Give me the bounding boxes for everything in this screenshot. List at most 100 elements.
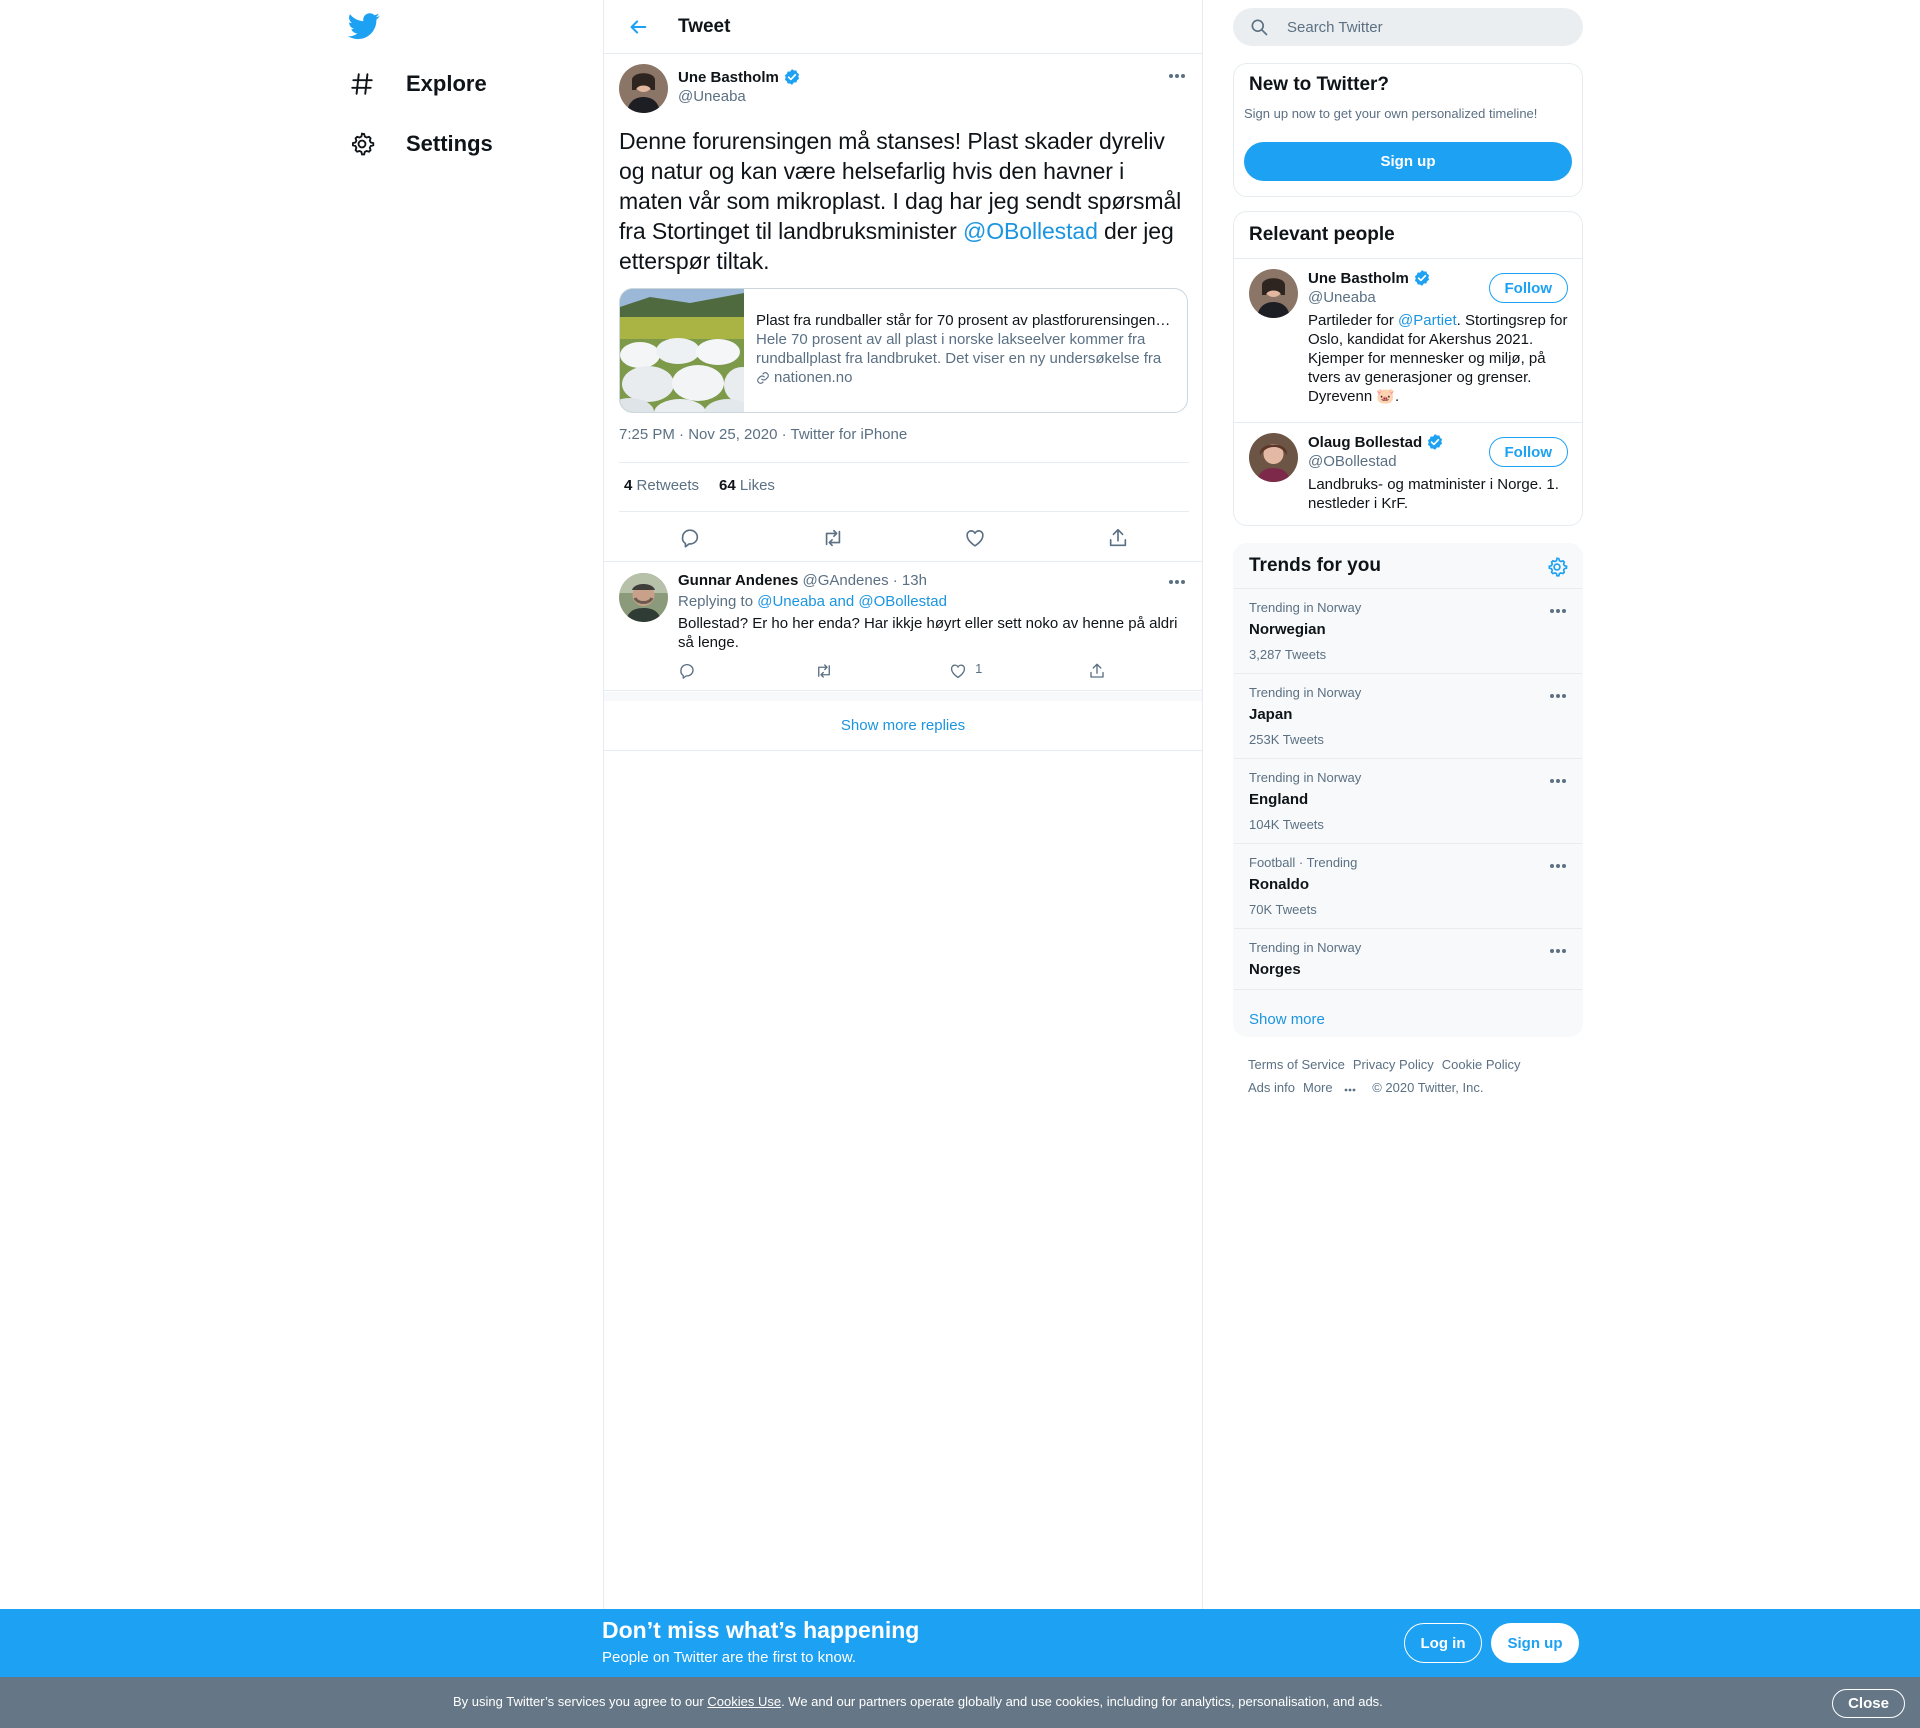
person-name[interactable]: Olaug Bollestad bbox=[1308, 433, 1444, 451]
search-input[interactable] bbox=[1287, 18, 1567, 36]
likes-stat[interactable]: 64 Likes bbox=[719, 477, 775, 494]
banner-signup-button[interactable]: Sign up bbox=[1491, 1623, 1579, 1663]
cookies-use-link[interactable]: Cookies Use bbox=[707, 1694, 781, 1709]
trend-more-options-icon[interactable] bbox=[1548, 941, 1568, 961]
tweet-actions bbox=[619, 524, 1189, 552]
reply-tweet[interactable]: Gunnar Andenes @GAndenes · 13h Replying … bbox=[604, 561, 1202, 691]
retweets-stat[interactable]: 4 Retweets bbox=[624, 477, 699, 494]
relevant-people-box: Relevant people Une Bastholm @Uneaba Fol… bbox=[1233, 211, 1583, 526]
person-handle[interactable]: @OBollestad bbox=[1308, 453, 1397, 470]
trends-show-more-link[interactable]: Show more bbox=[1249, 1011, 1325, 1028]
reply-share-icon[interactable] bbox=[1088, 662, 1118, 680]
footer-links: Terms of Service Privacy Policy Cookie Pol… bbox=[1248, 1053, 1578, 1099]
nav-explore-label: Explore bbox=[406, 71, 487, 96]
card-domain: nationen.no bbox=[756, 368, 1172, 387]
page-title: Tweet bbox=[678, 15, 731, 37]
share-icon[interactable] bbox=[1104, 524, 1132, 552]
reply-author-name[interactable]: Gunnar Andenes bbox=[678, 572, 798, 589]
card-description: Hele 70 prosent av all plast i norske la… bbox=[756, 331, 1162, 367]
new-to-twitter-subtitle: Sign up now to get your own personalized… bbox=[1244, 106, 1538, 121]
trends-box: Trends for you Trending in Norway Norweg… bbox=[1233, 543, 1583, 1037]
reply-like-button[interactable]: 1 bbox=[949, 661, 982, 680]
follow-button[interactable]: Follow bbox=[1488, 437, 1568, 467]
card-thumbnail bbox=[620, 289, 760, 412]
trend-name: Norges bbox=[1249, 961, 1301, 978]
footer-link-more[interactable]: More bbox=[1303, 1080, 1364, 1095]
twitter-logo-icon[interactable] bbox=[347, 10, 382, 44]
author-name[interactable]: Une Bastholm bbox=[678, 68, 801, 86]
link-icon bbox=[756, 371, 770, 385]
cookie-close-button[interactable]: Close bbox=[1832, 1689, 1905, 1718]
relevant-people-title: Relevant people bbox=[1234, 212, 1582, 259]
footer-link-privacy[interactable]: Privacy Policy bbox=[1353, 1057, 1434, 1072]
bio-text: Partileder for bbox=[1308, 312, 1399, 329]
likes-label: Likes bbox=[739, 477, 775, 494]
footer-link-ads[interactable]: Ads info bbox=[1248, 1080, 1295, 1095]
like-icon[interactable] bbox=[961, 524, 989, 552]
show-more-replies-button[interactable]: Show more replies bbox=[604, 701, 1202, 751]
trends-settings-gear-icon[interactable] bbox=[1546, 556, 1568, 578]
author-avatar[interactable] bbox=[619, 64, 668, 113]
gear-icon bbox=[348, 130, 376, 158]
login-button[interactable]: Log in bbox=[1404, 1623, 1482, 1663]
trend-name: Ronaldo bbox=[1249, 876, 1309, 893]
nav-explore[interactable]: Explore bbox=[348, 62, 487, 106]
new-to-twitter-title: New to Twitter? bbox=[1249, 74, 1390, 95]
replying-to-prefix: Replying to bbox=[678, 593, 754, 610]
trend-item[interactable]: Trending in Norway England 104K Tweets bbox=[1234, 759, 1582, 844]
reply-retweet-icon[interactable] bbox=[814, 662, 844, 680]
cookie-text: By using Twitter’s services you agree to… bbox=[453, 1694, 1383, 1709]
trend-more-options-icon[interactable] bbox=[1548, 856, 1568, 876]
follow-button[interactable]: Follow bbox=[1488, 273, 1568, 303]
retweets-label: Retweets bbox=[636, 477, 700, 494]
tweet-text: Denne forurensingen må stanses! Plast sk… bbox=[619, 126, 1189, 276]
trend-more-options-icon[interactable] bbox=[1548, 771, 1568, 791]
banner-subtitle: People on Twitter are the first to know. bbox=[602, 1649, 857, 1666]
tweet-meta[interactable]: 7:25 PM · Nov 25, 2020 · Twitter for iPh… bbox=[619, 426, 907, 443]
trend-item[interactable]: Football · Trending Ronaldo 70K Tweets bbox=[1234, 844, 1582, 929]
trend-context: Trending in Norway bbox=[1249, 770, 1362, 785]
reply-author-handle[interactable]: @GAndenes bbox=[802, 572, 888, 589]
trend-context: Trending in Norway bbox=[1249, 685, 1362, 700]
main-tweet: Une Bastholm @Uneaba Denne forurensingen… bbox=[604, 54, 1202, 561]
trend-context: Trending in Norway bbox=[1249, 600, 1362, 615]
footer-link-cookie[interactable]: Cookie Policy bbox=[1442, 1057, 1521, 1072]
person-avatar[interactable] bbox=[1249, 269, 1298, 318]
retweet-icon[interactable] bbox=[819, 524, 847, 552]
reply-time[interactable]: · 13h bbox=[893, 572, 927, 589]
person-handle[interactable]: @Uneaba bbox=[1308, 289, 1376, 306]
author-handle[interactable]: @Uneaba bbox=[678, 88, 746, 105]
section-gap bbox=[604, 692, 1202, 701]
more-options-icon[interactable] bbox=[1167, 66, 1187, 86]
footer-link-terms[interactable]: Terms of Service bbox=[1248, 1057, 1345, 1072]
search-bar[interactable] bbox=[1233, 8, 1583, 46]
link-card[interactable]: Plast fra rundballer står for 70 prosent… bbox=[619, 288, 1188, 413]
bio-mention-link[interactable]: @Partiet bbox=[1398, 312, 1457, 329]
replying-to-link[interactable]: @Uneaba and @OBollestad bbox=[757, 593, 947, 610]
reply-more-options-icon[interactable] bbox=[1167, 572, 1187, 592]
trend-name: Norwegian bbox=[1249, 621, 1326, 638]
back-arrow-icon[interactable] bbox=[624, 13, 652, 41]
trend-name: England bbox=[1249, 791, 1309, 808]
replying-to: Replying to @Uneaba and @OBollestad bbox=[678, 593, 947, 610]
trend-more-options-icon[interactable] bbox=[1548, 686, 1568, 706]
tweet-mention-link[interactable]: @OBollestad bbox=[963, 218, 1098, 244]
person-name[interactable]: Une Bastholm bbox=[1308, 269, 1431, 287]
hashtag-icon bbox=[348, 70, 376, 98]
trend-item[interactable]: Trending in Norway Norwegian 3,287 Tweet… bbox=[1234, 589, 1582, 674]
nav-settings[interactable]: Settings bbox=[348, 122, 493, 166]
sidebar-signup-button[interactable]: Sign up bbox=[1244, 142, 1572, 181]
reply-reply-icon[interactable] bbox=[678, 662, 708, 680]
reply-like-icon bbox=[949, 662, 967, 680]
trend-more-options-icon[interactable] bbox=[1548, 601, 1568, 621]
trend-item[interactable]: Trending in Norway Japan 253K Tweets bbox=[1234, 674, 1582, 759]
reply-icon[interactable] bbox=[676, 524, 704, 552]
cookie-bar: By using Twitter’s services you agree to… bbox=[0, 1677, 1920, 1728]
person-card[interactable]: Olaug Bollestad @OBollestad Follow Landb… bbox=[1234, 423, 1582, 525]
person-avatar[interactable] bbox=[1249, 433, 1298, 482]
card-domain-text: nationen.no bbox=[774, 369, 853, 386]
trend-item[interactable]: Trending in Norway Norges bbox=[1234, 929, 1582, 990]
reply-header: Gunnar Andenes @GAndenes · 13h bbox=[678, 572, 927, 589]
reply-avatar[interactable] bbox=[619, 573, 668, 622]
person-card[interactable]: Une Bastholm @Uneaba Follow Partileder f… bbox=[1234, 259, 1582, 423]
